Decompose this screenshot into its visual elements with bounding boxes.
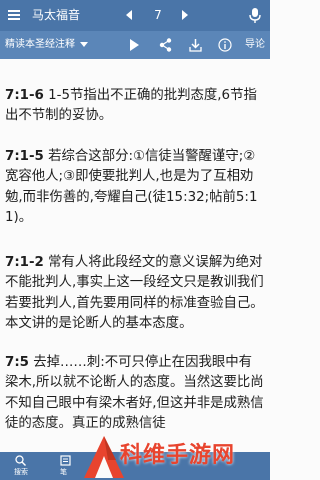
chapter-number[interactable]: 7	[146, 6, 170, 24]
nav-search-label: 搜索	[14, 468, 28, 476]
verse-reference: 7:1-6	[5, 87, 44, 103]
info-icon[interactable]	[218, 38, 232, 52]
app-bar: 马太福音 7	[0, 0, 270, 31]
verse-reference: 7:1-5	[5, 148, 44, 164]
verse-text: 常有人将此段经文的意义误解为绝对不能批判人,事实上这一段经文只是教训我们若要批判…	[5, 254, 264, 332]
share-icon[interactable]	[159, 38, 172, 52]
nav-notes-label: 笔	[60, 468, 67, 476]
notes-icon	[60, 455, 71, 466]
chevron-right-icon[interactable]	[180, 9, 190, 21]
verse-entry: 7:1-5 若综合这部分:①信徒当警醒谨守;②宽容他人;③即使要批判人,也是为了…	[5, 126, 265, 229]
verse-entry: 7:1-2 常有人将此段经文的意义误解为绝对不能批判人,事实上这一段经文只是教训…	[5, 232, 265, 335]
verse-text: 去掉……刺:不可只停止在因我眼中有梁木,所以就不论断人的态度。当然这要比尚不知自…	[5, 354, 264, 432]
dropdown-arrow-icon[interactable]	[80, 42, 88, 48]
menu-icon[interactable]	[7, 8, 21, 22]
nav-search[interactable]: 搜索	[0, 452, 42, 480]
chevron-left-icon[interactable]	[124, 9, 134, 21]
toolbar: 精读本圣经注释 导论	[0, 31, 270, 59]
verse-reference: 7:1-2	[5, 254, 44, 270]
verse-reference: 7:5	[5, 354, 29, 370]
guide-button[interactable]: 导论	[245, 38, 265, 52]
version-selector[interactable]: 精读本圣经注释	[5, 38, 75, 52]
verse-entry: 7:5 去掉……刺:不可只停止在因我眼中有梁木,所以就不论断人的态度。当然这要比…	[5, 332, 265, 435]
search-icon	[15, 455, 26, 466]
book-title[interactable]: 马太福音	[32, 6, 80, 24]
watermark-text: 科维手游网	[120, 443, 236, 468]
microphone-icon[interactable]	[249, 7, 261, 24]
download-icon[interactable]	[189, 38, 202, 52]
verse-entry: 7:1-6 1-5节指出不正确的批判态度,6节指出不节制的妥协。	[5, 65, 265, 127]
commentary-content: 7:1-6 1-5节指出不正确的批判态度,6节指出不节制的妥协。 7:1-5 若…	[0, 59, 270, 452]
play-icon[interactable]	[129, 39, 139, 51]
